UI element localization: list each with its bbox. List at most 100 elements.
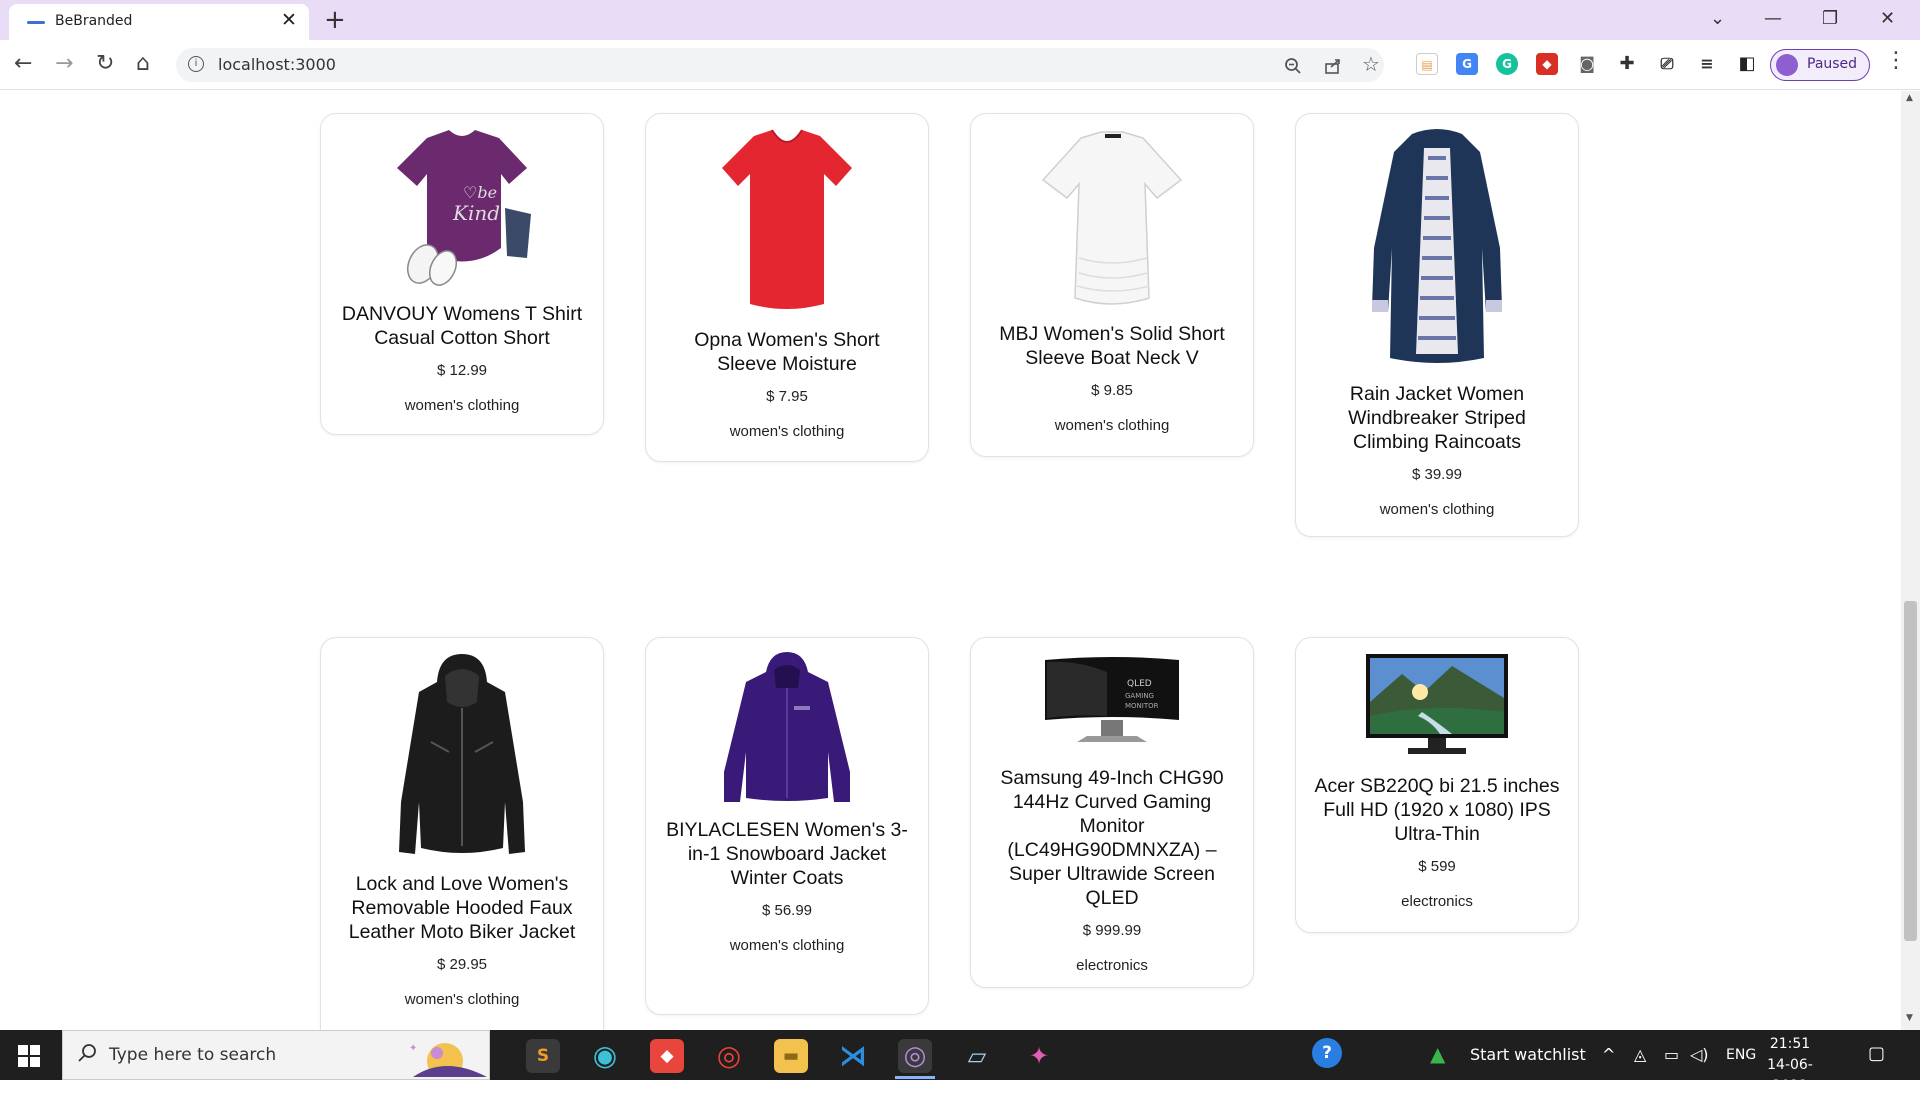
share-icon[interactable] (1324, 57, 1342, 75)
product-title[interactable]: Rain Jacket Women Windbreaker Striped Cl… (1296, 382, 1578, 454)
profile-button[interactable]: Paused (1770, 49, 1870, 81)
product-card[interactable]: Lock and Love Women's Removable Hooded F… (320, 637, 604, 1030)
notes-app-icon[interactable]: ▱ (960, 1039, 994, 1073)
camera-icon[interactable]: ◙ (1576, 53, 1598, 75)
forward-arrow-icon[interactable]: → (55, 50, 73, 78)
page-content: ♡be Kind DANVOUY Womens T Shirt Casual C… (0, 91, 1920, 1030)
scrollbar-thumb[interactable] (1904, 601, 1917, 941)
new-tab-button[interactable]: + (324, 4, 346, 36)
product-title[interactable]: Acer SB220Q bi 21.5 inches Full HD (1920… (1296, 774, 1578, 846)
browser-tab[interactable]: BeBranded ✕ (9, 4, 309, 40)
white-top-icon (1041, 131, 1183, 305)
scroll-up-icon[interactable]: ▲ (1906, 93, 1913, 103)
product-title[interactable]: MBJ Women's Solid Short Sleeve Boat Neck… (971, 322, 1253, 370)
tab-title: BeBranded (55, 13, 133, 29)
windows-start-icon[interactable] (18, 1045, 40, 1067)
svg-text:Kind: Kind (452, 201, 500, 225)
svg-text:♡be: ♡be (463, 183, 497, 202)
product-price: $ 7.95 (766, 388, 808, 405)
product-card[interactable]: QLED GAMING MONITOR Samsung 49-Inch CHG9… (970, 637, 1254, 988)
address-bar[interactable]: i localhost:3000 ☆ (176, 48, 1384, 82)
clock-date: 14-06-2022 (1767, 1057, 1813, 1094)
extension-calendar-icon[interactable]: ▤ (1416, 53, 1438, 75)
file-explorer-icon[interactable]: ▬ (774, 1039, 808, 1073)
home-icon[interactable]: ⌂ (136, 50, 150, 78)
product-card[interactable]: Acer SB220Q bi 21.5 inches Full HD (1920… (1295, 637, 1579, 933)
reload-icon[interactable]: ↻ (96, 50, 114, 78)
product-title[interactable]: Lock and Love Women's Removable Hooded F… (321, 872, 603, 944)
watchlist-widget[interactable]: Start watchlist (1470, 1045, 1586, 1064)
stocks-chart-icon[interactable]: ▲ (1430, 1042, 1445, 1066)
help-icon[interactable]: ? (1312, 1038, 1342, 1068)
side-panel-icon[interactable]: ◧ (1736, 53, 1758, 75)
product-category: women's clothing (1054, 417, 1170, 434)
product-category: electronics (1401, 893, 1473, 910)
product-category: women's clothing (404, 991, 520, 1008)
chrome-icon[interactable]: ◎ (712, 1039, 746, 1073)
bookmark-star-icon[interactable]: ☆ (1362, 52, 1380, 76)
product-title[interactable]: BIYLACLESEN Women's 3-in-1 Snowboard Jac… (646, 818, 928, 890)
search-highlight-icon: ✦ (409, 1043, 487, 1077)
maximize-button[interactable]: ❐ (1822, 6, 1838, 32)
url-text[interactable]: localhost:3000 (218, 55, 336, 74)
search-icon (78, 1044, 96, 1062)
chrome-profile-icon[interactable]: ◎ (898, 1039, 932, 1073)
tray-expand-icon[interactable]: ^ (1602, 1045, 1615, 1064)
extension-translate-icon[interactable]: G (1456, 53, 1478, 75)
edge-icon[interactable]: ◉ (588, 1039, 622, 1073)
product-category: women's clothing (404, 397, 520, 414)
product-price: $ 9.85 (1091, 382, 1133, 399)
purple-tshirt-icon: ♡be Kind (397, 130, 531, 286)
zoom-icon[interactable] (1284, 57, 1302, 75)
system-clock[interactable]: 21:51 14-06-2022 (1758, 1034, 1822, 1097)
taskbar-search[interactable]: Type here to search ✦ (62, 1030, 490, 1080)
monitor-icon (1366, 654, 1508, 754)
network-icon[interactable]: ◬ (1634, 1045, 1646, 1064)
cast-icon[interactable]: ⎚ (1656, 53, 1678, 75)
product-price: $ 12.99 (436, 362, 488, 379)
product-title[interactable]: Samsung 49-Inch CHG90 144Hz Curved Gamin… (971, 766, 1253, 910)
product-title[interactable]: DANVOUY Womens T Shirt Casual Cotton Sho… (321, 302, 603, 350)
notification-icon[interactable]: ▢ (1868, 1043, 1885, 1064)
product-category: electronics (1076, 957, 1148, 974)
site-info-icon[interactable]: i (188, 56, 204, 72)
back-arrow-icon[interactable]: ← (14, 50, 32, 78)
browser-menu-icon[interactable]: ⋮ (1885, 48, 1907, 73)
clock-time: 21:51 (1769, 1036, 1811, 1052)
vscode-icon[interactable]: ⋊ (836, 1039, 870, 1073)
product-price: $ 39.99 (1411, 466, 1463, 483)
volume-icon[interactable]: ◁) (1690, 1045, 1709, 1064)
profile-status: Paused (1807, 56, 1858, 72)
product-card[interactable]: Opna Women's Short Sleeve Moisture $ 7.9… (645, 113, 929, 462)
extension-red-icon[interactable]: ◆ (1536, 53, 1558, 75)
windows-taskbar: Type here to search ✦ S ◉ ◆ ◎ ▬ ⋊ ◎ ▱ ✦ … (0, 1030, 1920, 1094)
extensions-puzzle-icon[interactable]: ✚ (1616, 53, 1638, 75)
search-placeholder: Type here to search (109, 1045, 277, 1065)
vertical-scrollbar[interactable]: ▲ ▼ (1901, 91, 1920, 1030)
product-price: $ 29.95 (436, 956, 488, 973)
game-app-icon[interactable]: ✦ (1022, 1039, 1056, 1073)
product-card[interactable]: MBJ Women's Solid Short Sleeve Boat Neck… (970, 113, 1254, 457)
product-price: $ 999.99 (1082, 922, 1142, 939)
minimize-button[interactable]: — (1764, 6, 1782, 32)
svg-text:GAMING: GAMING (1125, 692, 1154, 700)
battery-icon[interactable]: ▭ (1664, 1045, 1679, 1064)
sublime-text-icon[interactable]: S (526, 1039, 560, 1073)
tab-search-icon[interactable]: ⌄ (1710, 6, 1725, 32)
language-indicator[interactable]: ENG (1726, 1047, 1756, 1063)
browser-tab-strip: BeBranded ✕ + ⌄ — ❐ ✕ (0, 0, 1920, 40)
product-card[interactable]: BIYLACLESEN Women's 3-in-1 Snowboard Jac… (645, 637, 929, 1015)
curved-monitor-icon: QLED GAMING MONITOR (1045, 657, 1179, 742)
product-card[interactable]: ♡be Kind DANVOUY Womens T Shirt Casual C… (320, 113, 604, 435)
git-client-icon[interactable]: ◆ (650, 1039, 684, 1073)
scroll-down-icon[interactable]: ▼ (1906, 1013, 1913, 1023)
product-title[interactable]: Opna Women's Short Sleeve Moisture (646, 328, 928, 376)
extension-grammarly-icon[interactable]: G (1496, 53, 1518, 75)
tab-close-icon[interactable]: ✕ (281, 9, 297, 31)
product-price: $ 599 (1418, 858, 1456, 875)
product-card[interactable]: Rain Jacket Women Windbreaker Striped Cl… (1295, 113, 1579, 537)
active-app-indicator (895, 1076, 935, 1079)
media-queue-icon[interactable]: ≡ (1696, 53, 1718, 75)
close-window-button[interactable]: ✕ (1880, 6, 1895, 32)
product-price: $ 56.99 (761, 902, 813, 919)
